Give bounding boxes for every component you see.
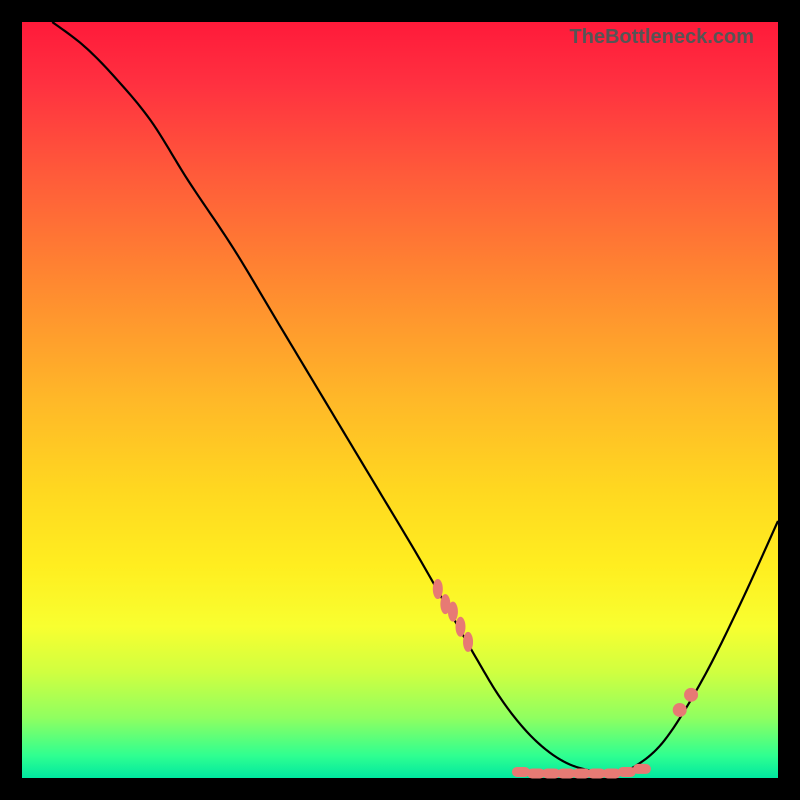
- marker-dot: [673, 703, 687, 717]
- marker-pill: [433, 579, 443, 599]
- marker-pill: [633, 764, 651, 774]
- marker-dot: [684, 688, 698, 702]
- marker-pill: [603, 768, 621, 778]
- bottleneck-curve: [52, 22, 778, 774]
- plot-area: TheBottleneck.com: [22, 22, 778, 778]
- chart-svg: [22, 22, 778, 778]
- marker-pill: [463, 632, 473, 652]
- marker-pill: [448, 602, 458, 622]
- marker-pill: [512, 767, 530, 777]
- marker-pill: [455, 617, 465, 637]
- chart-container: TheBottleneck.com: [0, 0, 800, 800]
